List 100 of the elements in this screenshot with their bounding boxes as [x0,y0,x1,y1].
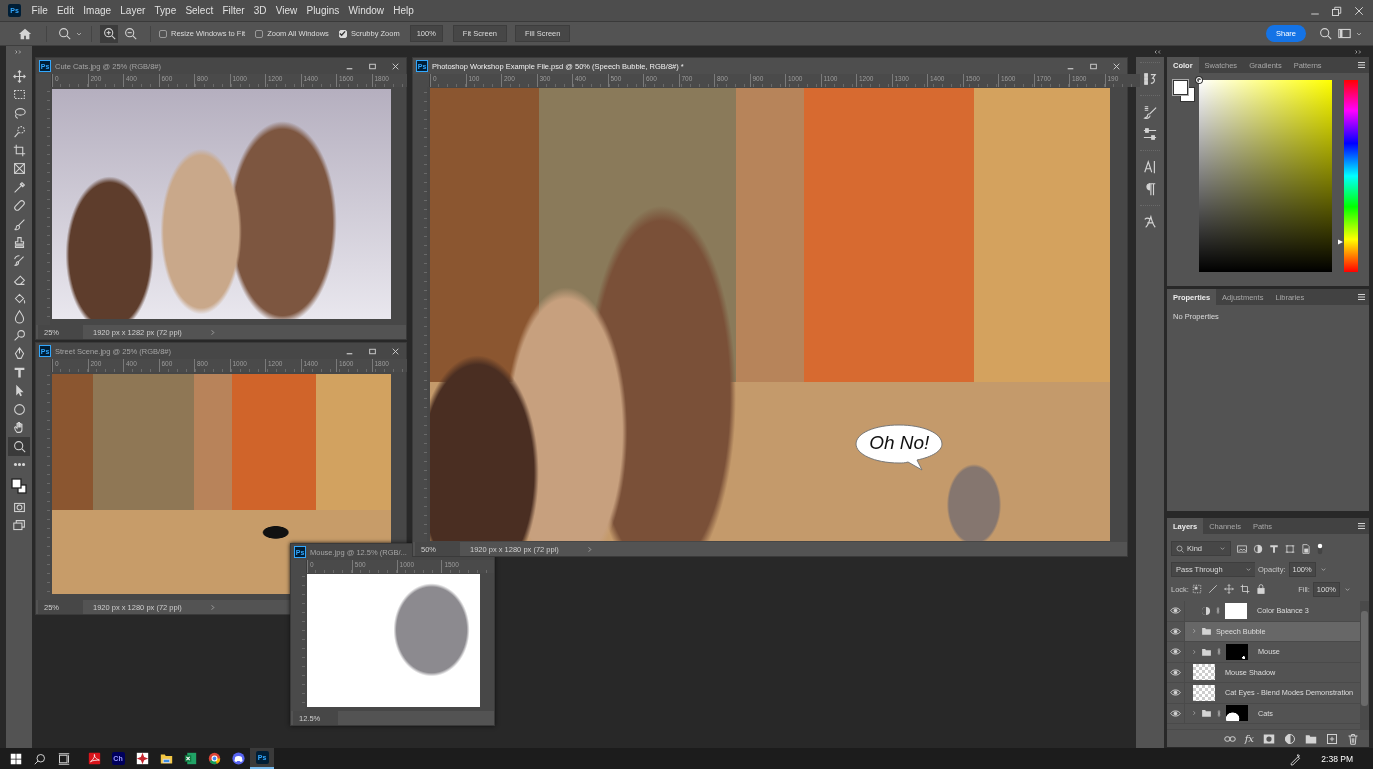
quick-select-icon [12,125,26,139]
eyedropper-icon [12,180,26,194]
link-icon[interactable] [1216,646,1222,658]
folder-icon [1201,646,1212,657]
screen-mode-icon [12,519,26,533]
new-layer-icon[interactable] [1326,732,1338,745]
new-group-icon[interactable] [1305,732,1317,745]
visibility-eye-icon[interactable] [1170,646,1181,658]
menu-item[interactable]: File [27,5,53,16]
menu-icon[interactable] [1357,61,1366,69]
layer-thumbnail [1193,684,1215,701]
search-icon[interactable] [1319,27,1332,40]
marquee-icon [12,88,26,102]
home-icon[interactable] [18,26,32,41]
checkbox[interactable] [255,29,264,38]
menu-item[interactable]: View [271,5,302,16]
type-filter-icon[interactable] [1269,543,1279,554]
close-icon[interactable] [1112,61,1121,71]
browser-icon [207,752,221,765]
clock-time[interactable]: 2:38 PM [1321,753,1353,764]
tool-button[interactable] [8,437,30,456]
hand-icon [12,421,26,435]
restore-icon[interactable] [1331,4,1343,17]
visibility-eye-icon[interactable] [1170,666,1181,678]
maximize-icon[interactable] [368,346,377,356]
folder-icon [159,752,173,765]
collapse-icon[interactable] [1153,48,1161,55]
visibility-eye-icon[interactable] [1170,687,1181,699]
adjustment-layer-icon[interactable] [1284,732,1296,745]
caret-icon[interactable] [1344,585,1351,593]
lock-brush-icon[interactable] [1207,584,1218,594]
maximize-icon[interactable] [368,61,377,71]
paragraph-icon[interactable] [1143,182,1157,196]
link-icon[interactable] [1216,707,1222,719]
pen-icon [12,347,26,361]
lock-artboard-icon[interactable] [1239,584,1250,594]
lock-transparency-icon[interactable] [1191,584,1202,594]
zoom-mode-button[interactable] [100,24,118,43]
task-view-icon[interactable] [58,752,70,765]
checkbox[interactable] [338,29,347,38]
search-icon[interactable] [34,752,46,765]
lock-icon[interactable] [1255,584,1266,594]
expand-icon[interactable] [1355,48,1363,55]
menu-item[interactable]: Image [78,5,116,16]
brush-icon [12,217,26,231]
scrollbar[interactable] [1360,601,1369,729]
filter-toggle-icon[interactable] [1317,542,1323,555]
menu-icon[interactable] [1357,522,1366,530]
ellipse-icon [12,402,26,416]
character-icon[interactable] [1143,160,1157,174]
image-filter-icon[interactable] [1237,543,1247,554]
history-icon[interactable] [1143,72,1157,86]
check-icon [339,30,347,37]
maximize-icon[interactable] [1089,61,1098,71]
menu-item[interactable]: Edit [52,5,79,16]
trash-icon[interactable] [1347,732,1359,745]
menu-item[interactable]: Select [180,5,218,16]
color-field[interactable] [1199,80,1332,272]
menu-item[interactable]: 3D [249,5,272,16]
menu-item[interactable]: Help [388,5,419,16]
history-brush-icon [12,254,26,268]
close-icon[interactable] [391,346,400,356]
chat-app-icon [231,752,245,765]
visibility-eye-icon[interactable] [1170,605,1181,617]
lock-move-icon[interactable] [1223,584,1234,594]
bandage-icon [12,199,26,213]
caret-icon [1219,545,1226,552]
adjustment-filter-icon[interactable] [1253,543,1263,554]
caret-icon[interactable] [1245,565,1252,573]
menu-item[interactable]: Plugins [301,5,344,16]
visibility-eye-icon[interactable] [1170,707,1181,719]
expand-icon[interactable] [15,49,23,55]
eraser-icon [12,273,26,287]
smart-object-filter-icon[interactable] [1301,543,1311,554]
brush-settings-icon[interactable] [1143,105,1157,119]
close-icon[interactable] [1353,4,1365,17]
add-mask-icon[interactable] [1263,732,1275,745]
checkbox[interactable] [159,29,167,38]
pen-icon[interactable] [1289,752,1302,765]
visibility-eye-icon[interactable] [1170,625,1181,637]
search-icon[interactable] [58,27,71,40]
menu-item[interactable]: Type [149,5,181,16]
acrobat-icon [87,752,101,765]
workspace-icon[interactable] [1338,27,1351,40]
menu-item[interactable]: Window [343,5,389,16]
paint-bucket-icon [12,291,26,305]
menu-icon[interactable] [1357,293,1366,301]
menu-item[interactable]: Filter [217,5,250,16]
foreground-color-swatch[interactable] [1173,80,1188,95]
shape-filter-icon[interactable] [1285,543,1295,554]
close-icon[interactable] [391,61,400,71]
sliders-icon[interactable] [1143,127,1157,141]
link-icon[interactable] [1215,605,1221,617]
folder-icon [1201,708,1212,719]
windows-start-icon[interactable] [10,752,22,765]
effects-button[interactable]: fx [1244,733,1254,744]
glyphs-icon[interactable] [1143,215,1157,229]
menu-item[interactable]: Layer [115,5,150,16]
spreadsheet-icon [183,752,197,765]
color-swatches-icon [11,478,27,494]
